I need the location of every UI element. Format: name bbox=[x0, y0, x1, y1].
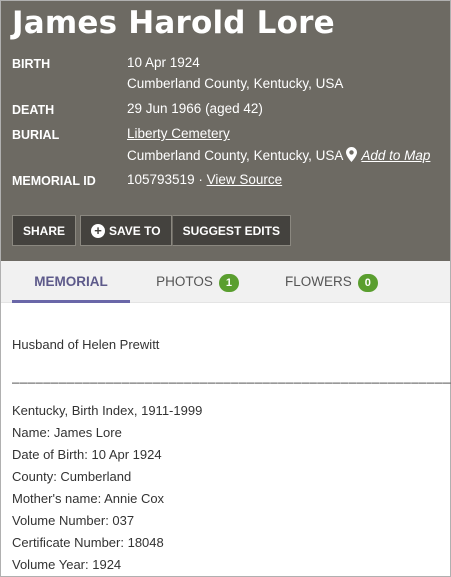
memorial-id-label: MEMORIAL ID bbox=[12, 174, 96, 188]
death-date: 29 Jun 1966 (aged 42) bbox=[127, 101, 263, 116]
bio-line-source: Kentucky, Birth Index, 1911-1999 bbox=[12, 403, 203, 418]
burial-place-line: Cumberland County, Kentucky, USA Add to … bbox=[127, 147, 430, 165]
add-to-map-link[interactable]: Add to Map bbox=[361, 148, 430, 163]
bio-line-county: County: Cumberland bbox=[12, 469, 132, 484]
burial-cemetery-link[interactable]: Liberty Cemetery bbox=[127, 126, 230, 141]
map-pin-icon bbox=[346, 147, 358, 165]
bio-line-volume-number: Volume Number: 037 bbox=[12, 513, 135, 528]
bio-line-certificate: Certificate Number: 18048 bbox=[12, 535, 164, 550]
memorial-tabs: MEMORIAL PHOTOS 1 FLOWERS 0 bbox=[1, 261, 450, 303]
bio-divider: ________________________________________… bbox=[12, 369, 451, 384]
tab-flowers-label: FLOWERS bbox=[285, 274, 352, 289]
memorial-id-line: 105793519 · View Source bbox=[127, 172, 282, 187]
photos-count-badge: 1 bbox=[218, 274, 239, 292]
page-title: James Harold Lore bbox=[12, 5, 335, 41]
bio-line-birth-date: Date of Birth: 10 Apr 1924 bbox=[12, 447, 162, 462]
tab-photos[interactable]: PHOTOS 1 bbox=[155, 261, 240, 303]
suggest-edits-button[interactable]: SUGGEST EDITS bbox=[171, 215, 291, 246]
birth-place: Cumberland County, Kentucky, USA bbox=[127, 76, 344, 91]
memorial-id: 105793519 bbox=[127, 172, 195, 187]
plus-circle-icon: + bbox=[91, 223, 106, 238]
save-to-label: SAVE TO bbox=[109, 223, 161, 238]
suggest-edits-label: SUGGEST EDITS bbox=[182, 223, 280, 238]
birth-label: BIRTH bbox=[12, 57, 51, 71]
save-to-button[interactable]: + SAVE TO bbox=[80, 215, 172, 246]
burial-place: Cumberland County, Kentucky, USA bbox=[127, 148, 343, 163]
tab-memorial-label: MEMORIAL bbox=[34, 274, 108, 289]
bio-line-name: Name: James Lore bbox=[12, 425, 122, 440]
view-source-link[interactable]: View Source bbox=[207, 172, 283, 187]
tab-memorial[interactable]: MEMORIAL bbox=[12, 261, 130, 303]
burial-label: BURIAL bbox=[12, 128, 60, 142]
tab-flowers[interactable]: FLOWERS 0 bbox=[285, 261, 378, 303]
share-label: SHARE bbox=[23, 223, 66, 238]
spouse-line: Husband of Helen Prewitt bbox=[12, 337, 160, 352]
death-label: DEATH bbox=[12, 103, 55, 117]
flowers-count-badge: 0 bbox=[357, 274, 378, 292]
bio-line-mother: Mother's name: Annie Cox bbox=[12, 491, 165, 506]
tab-photos-label: PHOTOS bbox=[156, 274, 213, 289]
action-buttons: SHARE + SAVE TO SUGGEST EDITS bbox=[12, 215, 291, 246]
memorial-header: James Harold Lore BIRTH 10 Apr 1924 Cumb… bbox=[1, 1, 450, 261]
share-button[interactable]: SHARE bbox=[12, 215, 77, 246]
birth-date: 10 Apr 1924 bbox=[127, 55, 200, 70]
bio-line-volume-year: Volume Year: 1924 bbox=[12, 557, 122, 572]
separator-dot: · bbox=[194, 172, 207, 187]
